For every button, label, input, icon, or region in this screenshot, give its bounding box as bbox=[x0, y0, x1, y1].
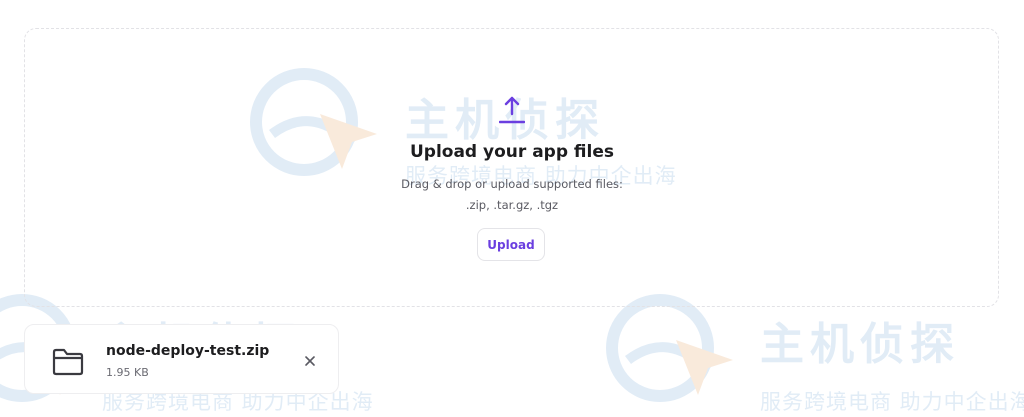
upload-subtitle: Drag & drop or upload supported files: bbox=[401, 177, 623, 191]
upload-title: Upload your app files bbox=[409, 142, 614, 162]
upload-dropzone[interactable] bbox=[24, 28, 999, 307]
watermark-subtitle: 服务跨境电商 助力中企出海 bbox=[760, 390, 1024, 414]
watermark-title: 主机侦探 bbox=[760, 319, 960, 370]
file-size: 1.95 KB bbox=[106, 366, 149, 379]
upload-button[interactable]: Upload bbox=[477, 228, 545, 261]
file-name: node-deploy-test.zip bbox=[106, 343, 270, 359]
folder-icon bbox=[52, 348, 84, 376]
upload-arrow-icon bbox=[499, 96, 525, 124]
close-icon[interactable] bbox=[303, 354, 317, 368]
watermark-logo-icon bbox=[606, 294, 733, 402]
supported-formats: .zip, .tar.gz, .tgz bbox=[465, 198, 559, 212]
